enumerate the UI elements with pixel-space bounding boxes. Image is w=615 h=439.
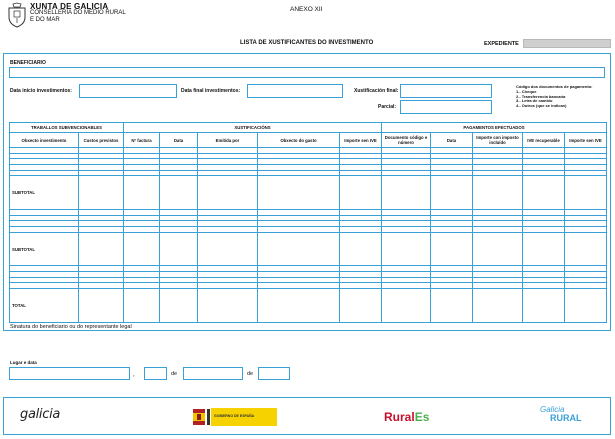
table-cell[interactable] — [563, 288, 608, 323]
subtotal-row: SUBTOTAL — [9, 231, 608, 267]
annex-label: ANEXO XII — [290, 6, 323, 13]
table-cell[interactable] — [123, 288, 160, 323]
rural-logo-text: Rural — [384, 410, 415, 424]
data-final-label: Data final investimentos: — [181, 88, 241, 94]
parcial-label: Parcial: — [378, 104, 397, 110]
table-cell[interactable] — [197, 175, 258, 211]
legend-item: 4.- Outros (que se indican) — [516, 103, 567, 109]
galicia-coat-of-arms-icon — [6, 2, 28, 28]
col-header: Custos previstos — [78, 132, 124, 148]
table-cell[interactable] — [381, 175, 431, 211]
col-header: IVE recuperable — [522, 132, 565, 148]
col-header: Data — [159, 132, 198, 148]
expediente-label: EXPEDIENTE — [484, 41, 519, 47]
table-cell[interactable] — [257, 175, 340, 211]
table-cell[interactable] — [472, 175, 523, 211]
table-cell[interactable] — [339, 175, 382, 211]
col-header: Data — [430, 132, 473, 148]
col-header: Emitida por — [197, 132, 258, 148]
table-cell[interactable] — [339, 288, 382, 323]
org-name: XUNTA DE GALICIA — [30, 2, 109, 11]
table-cell[interactable] — [430, 288, 473, 323]
table-cell[interactable] — [78, 288, 124, 323]
table-cell[interactable] — [257, 288, 340, 323]
table-cell[interactable] — [159, 288, 198, 323]
table-cell[interactable] — [430, 231, 473, 267]
comma-separator: , — [133, 372, 135, 378]
day-field[interactable] — [144, 367, 167, 380]
galicia-logo: galicia — [20, 407, 61, 422]
col-header: Importe sen IVE — [339, 132, 382, 148]
table-cell[interactable] — [257, 231, 340, 267]
col-header: Documento código e número — [381, 132, 431, 148]
footer-logos — [3, 397, 611, 435]
parcial-field[interactable] — [400, 100, 492, 114]
beneficiario-field[interactable] — [9, 67, 605, 78]
signature-label: Sinatura do beneficiario ou do represent… — [10, 324, 132, 330]
table-cell[interactable] — [159, 175, 198, 211]
table-cell[interactable] — [123, 231, 160, 267]
data-inicio-label: Data inicio investimentos: — [10, 88, 72, 94]
table-cell[interactable] — [381, 288, 431, 323]
col-header: Importe con imposto incluído — [472, 132, 523, 148]
col-header: Obxecto do gasto — [257, 132, 340, 148]
table-cell[interactable] — [563, 175, 608, 211]
subtotal-label: SUBTOTAL — [9, 231, 79, 267]
month-field[interactable] — [183, 367, 243, 380]
rural-logo-suffix: Es — [414, 410, 430, 424]
payment-code-legend: Código dos documentos de pagamento: 1.- … — [516, 84, 592, 109]
place-field[interactable] — [9, 367, 130, 380]
table-cell[interactable] — [522, 175, 565, 211]
subtotal-row: SUBTOTAL — [9, 175, 608, 211]
table-cell[interactable] — [78, 175, 124, 211]
department-line2: E DO MAR — [30, 17, 60, 23]
table-cell[interactable] — [78, 231, 124, 267]
galicia-rural-line2: RURAL — [550, 413, 582, 423]
form-title: LISTA DE XUSTIFICANTES DO INVESTIMENTO — [240, 40, 374, 46]
table-cell[interactable] — [522, 231, 565, 267]
ministry-text: GOBIERNO DE ESPAÑA — [214, 414, 255, 418]
table-cell[interactable] — [339, 231, 382, 267]
de-separator: de — [171, 371, 178, 377]
place-date-label: Lugar e data — [10, 360, 37, 365]
total-label: TOTAL — [9, 288, 79, 323]
xustificacion-final-label: Xustificación final: — [354, 88, 399, 94]
data-inicio-field[interactable] — [79, 84, 177, 98]
rural-logo: RuralEs — [384, 410, 429, 424]
col-header: Importe sen IVE — [563, 132, 608, 148]
col-header: Obxecto investimento — [9, 132, 79, 148]
table-cell[interactable] — [472, 288, 523, 323]
table-cell[interactable] — [472, 231, 523, 267]
table-cell[interactable] — [197, 288, 258, 323]
expediente-field[interactable] — [523, 39, 611, 48]
de-separator: de — [247, 371, 254, 377]
organization-header: XUNTA DE GALICIA CONSELLERÍA DO MEDIO RU… — [30, 3, 126, 24]
subtotal-label: SUBTOTAL — [9, 175, 79, 211]
department-line1: CONSELLERÍA DO MEDIO RURAL — [30, 10, 126, 16]
table-cell[interactable] — [563, 231, 608, 267]
total-row: TOTAL — [9, 288, 608, 323]
table-cell[interactable] — [159, 231, 198, 267]
table-cell[interactable] — [381, 231, 431, 267]
table-cell[interactable] — [197, 231, 258, 267]
data-final-field[interactable] — [247, 84, 343, 98]
col-header: Nº factura — [123, 132, 160, 148]
table-cell[interactable] — [430, 175, 473, 211]
table-cell[interactable] — [522, 288, 565, 323]
beneficiario-label: BENEFICIARIO — [10, 60, 46, 66]
investment-justification-table: TRABALLOS SUBVENCIONABLES XUSTIFICACIÓNS… — [9, 122, 608, 323]
year-field[interactable] — [258, 367, 290, 380]
galicia-rural-logo: Galicia RURAL — [540, 405, 582, 423]
group-header-xustificacions: XUSTIFICACIÓNS — [123, 122, 382, 133]
group-header-pagamentos: PAGAMENTOS EFECTUADOS — [380, 122, 608, 133]
table-cell[interactable] — [123, 175, 160, 211]
xustificacion-final-field[interactable] — [400, 84, 492, 98]
group-header-traballos: TRABALLOS SUBVENCIONABLES — [9, 122, 124, 133]
